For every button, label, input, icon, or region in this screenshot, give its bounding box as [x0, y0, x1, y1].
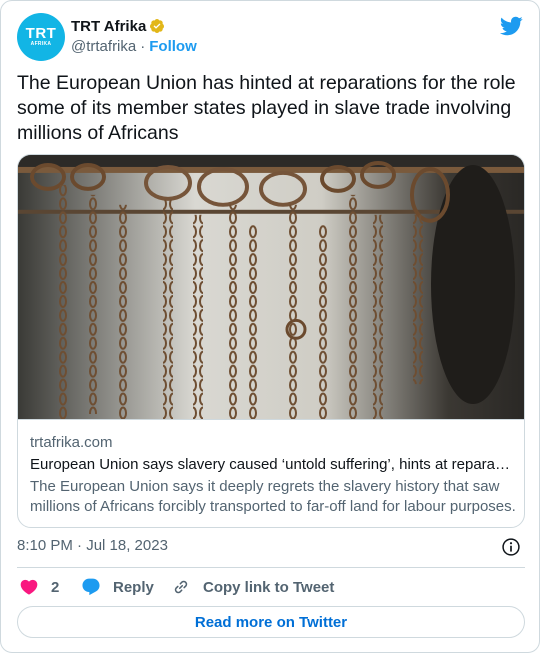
link-icon	[174, 580, 188, 594]
copy-link-label: Copy link to Tweet	[203, 578, 335, 596]
link-preview-card[interactable]: trtafrika.com European Union says slaver…	[17, 154, 525, 528]
tweet-text: The European Union has hinted at reparat…	[17, 72, 516, 144]
like-count: 2	[51, 578, 60, 596]
follow-button[interactable]: Follow	[149, 38, 197, 55]
link-title: European Union says slavery caused ‘unto…	[30, 456, 514, 473]
reply-label: Reply	[113, 578, 154, 596]
avatar-logo-subtext: AFRIKA	[30, 41, 52, 47]
like-button[interactable]: 2	[19, 576, 59, 598]
avatar-logo-text: TRT	[25, 25, 57, 42]
author-handle[interactable]: @trtafrika	[71, 38, 136, 55]
twitter-bird-icon[interactable]	[499, 14, 523, 38]
link-domain: trtafrika.com	[30, 434, 113, 451]
reply-button[interactable]: Reply	[81, 576, 154, 598]
author-name-row: TRT Afrika	[71, 16, 165, 36]
author-display-name[interactable]: TRT Afrika	[71, 18, 146, 35]
read-more-button[interactable]: Read more on Twitter	[17, 606, 525, 638]
chains-photo-icon	[18, 155, 524, 420]
author-handle-row: @trtafrika · Follow	[71, 37, 197, 55]
reply-bubble-icon	[82, 578, 100, 596]
verified-badge-icon	[150, 19, 165, 33]
link-description: The European Union says it deeply regret…	[30, 478, 516, 515]
embedded-tweet-card: TRT AFRIKA TRT Afrika @trtafrika · Follo…	[0, 0, 540, 653]
separator-dot: ·	[140, 37, 146, 55]
info-icon[interactable]	[501, 537, 521, 557]
avatar[interactable]: TRT AFRIKA	[17, 13, 65, 61]
tweet-timestamp[interactable]: 8:10 PM · Jul 18, 2023	[17, 537, 168, 554]
divider	[17, 567, 525, 568]
copy-link-button[interactable]: Copy link to Tweet	[171, 576, 334, 598]
heart-icon	[20, 579, 38, 595]
